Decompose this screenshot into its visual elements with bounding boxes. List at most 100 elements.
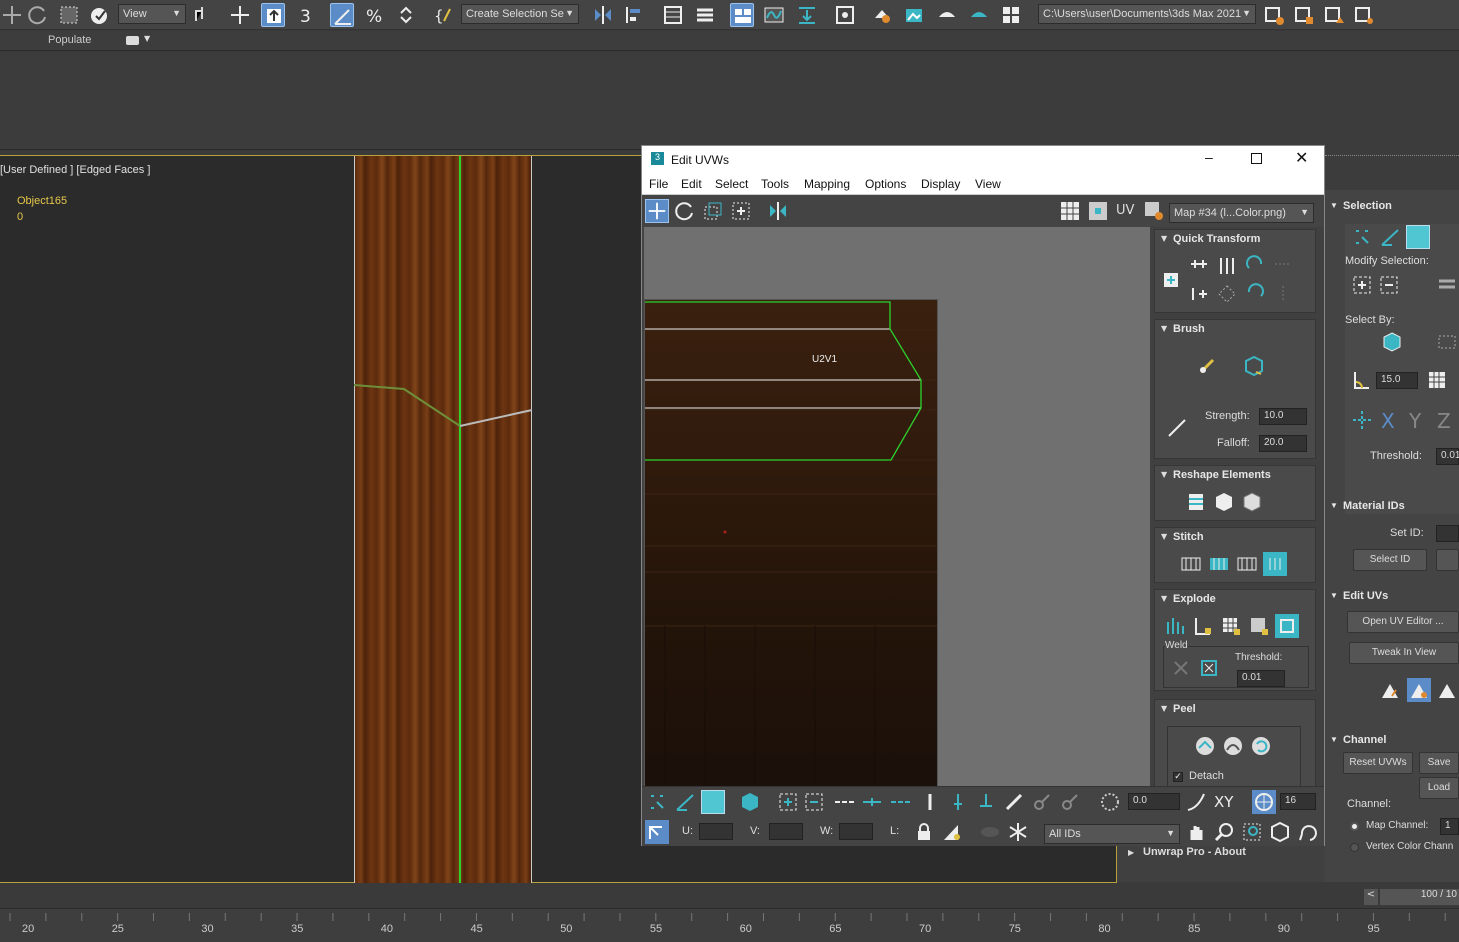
menu-options[interactable]: Options: [865, 177, 906, 191]
z-axis-icon[interactable]: Z: [1434, 408, 1458, 433]
zoom-selected-icon[interactable]: [1296, 820, 1320, 844]
select-element-icon[interactable]: [1380, 330, 1404, 354]
vertex-mode-icon[interactable]: [645, 790, 669, 814]
straighten-icon[interactable]: [1215, 282, 1239, 306]
uv-freeform-icon[interactable]: [729, 199, 753, 223]
brush-title[interactable]: Brush: [1173, 323, 1205, 335]
ring-grow-icon[interactable]: [946, 790, 970, 814]
select-id-spinner[interactable]: [1436, 549, 1459, 571]
uv-mirror-icon[interactable]: [766, 199, 790, 223]
vertex-color-radio[interactable]: [1350, 843, 1359, 852]
shrink-icon[interactable]: [802, 790, 826, 814]
unwrap-pro-about[interactable]: Unwrap Pro - About: [1143, 846, 1246, 858]
shrink-selection-icon[interactable]: [1377, 273, 1401, 297]
uv-checker-icon[interactable]: [1058, 199, 1082, 223]
select-polygon-icon[interactable]: [1406, 225, 1430, 249]
zoom-icon[interactable]: [1212, 820, 1236, 844]
zoom-extents-icon[interactable]: [1268, 820, 1292, 844]
select-edge-icon[interactable]: [1378, 225, 1402, 249]
uv-move-icon[interactable]: [645, 199, 669, 223]
explode-title[interactable]: Explode: [1173, 593, 1216, 605]
y-axis-icon[interactable]: Y: [1406, 408, 1430, 433]
angle-snap-icon[interactable]: [330, 3, 354, 27]
w-field[interactable]: [839, 823, 873, 840]
schematic-view-icon[interactable]: [833, 3, 857, 27]
grow-selection-icon[interactable]: [1350, 273, 1374, 297]
render-setup-icon[interactable]: [870, 3, 894, 27]
set-id-spinner[interactable]: [1436, 525, 1459, 542]
project-open-icon[interactable]: [1292, 3, 1316, 27]
material-id-filter-dropdown[interactable]: All IDs ▼: [1044, 824, 1180, 844]
relax-view-icon[interactable]: [1407, 678, 1431, 702]
polygon-mode-icon[interactable]: [701, 790, 725, 814]
tab-populate[interactable]: Populate: [48, 34, 91, 46]
render-production-icon[interactable]: [935, 3, 959, 27]
loop-icon[interactable]: [832, 790, 856, 814]
space-horizontal-icon[interactable]: [1271, 254, 1295, 278]
ribbon-toggle-icon[interactable]: [730, 3, 754, 27]
reshape-elements-title[interactable]: Reshape Elements: [1173, 469, 1271, 481]
detach-checkbox[interactable]: ✓: [1173, 772, 1183, 782]
stitch-target-icon[interactable]: [1207, 552, 1231, 576]
grid-snap-spinner[interactable]: 16: [1280, 793, 1316, 810]
align-icon[interactable]: [622, 3, 646, 27]
loop-shrink-icon[interactable]: [888, 790, 912, 814]
pivot-icon[interactable]: [190, 3, 214, 27]
uvw-title-bar[interactable]: 3 Edit UVWs – ✕: [642, 146, 1324, 173]
paint-move-icon[interactable]: [1195, 354, 1219, 378]
ribbon-options-icon[interactable]: [126, 36, 139, 45]
menu-view[interactable]: View: [975, 177, 1001, 191]
quick-peel-icon[interactable]: [1193, 734, 1217, 758]
edit-named-selection-icon[interactable]: {: [432, 3, 456, 27]
relax-brush-icon[interactable]: [1242, 354, 1266, 378]
reset-peel-icon[interactable]: [1249, 734, 1273, 758]
strength-spinner[interactable]: 10.0: [1259, 408, 1307, 425]
paint-grow-icon[interactable]: [1030, 790, 1054, 814]
detach-edge-icon[interactable]: [1275, 614, 1299, 638]
viewport-label[interactable]: [User Defined ] [Edged Faces ]: [0, 164, 150, 176]
falloff-spinner[interactable]: 20.0: [1259, 435, 1307, 452]
weld-selected-icon[interactable]: [1169, 656, 1193, 680]
uv-editor-canvas[interactable]: U2V1: [644, 227, 1150, 786]
material-ids-rollout-header[interactable]: ▼ Material IDs: [1325, 496, 1459, 516]
rendered-frame-icon[interactable]: [902, 3, 926, 27]
uv-label[interactable]: UV: [1116, 203, 1134, 218]
rotate-plus-90-icon[interactable]: [1243, 282, 1267, 306]
project-path-dropdown[interactable]: C:\Users\user\Documents\3ds Max 2021 ▼: [1038, 4, 1256, 24]
stitch-title[interactable]: Stitch: [1173, 531, 1204, 543]
relax-edge-icon[interactable]: [1435, 678, 1459, 702]
straighten-selection-icon[interactable]: [1184, 490, 1208, 514]
falloff-curve-icon[interactable]: [1184, 790, 1208, 814]
reference-coordinate-dropdown[interactable]: View ▼: [118, 4, 186, 24]
xy-space-label[interactable]: XY: [1214, 793, 1233, 811]
rotate-minus-90-icon[interactable]: [1243, 254, 1267, 278]
snap-3d-icon[interactable]: 3: [297, 3, 321, 27]
mirror-icon[interactable]: [591, 3, 615, 27]
uv-scale-icon[interactable]: [701, 199, 725, 223]
select-id-button[interactable]: Select ID: [1353, 549, 1427, 571]
frame-counter[interactable]: 100 / 10: [1380, 889, 1459, 905]
flatten-by-smoothing-icon[interactable]: [1219, 614, 1243, 638]
space-vertical-icon[interactable]: [1271, 282, 1295, 306]
close-icon[interactable]: ✕: [1295, 148, 1308, 168]
flatten-by-material-icon[interactable]: [1247, 614, 1271, 638]
ring-icon[interactable]: [918, 790, 942, 814]
link-icon[interactable]: [88, 3, 112, 27]
curve-editor-icon[interactable]: [762, 3, 786, 27]
timeline-track[interactable]: 20 25 30 35 40 45 50 55 60 65 70 75 80 85 90 95: [0, 908, 1459, 942]
open-uv-editor-button[interactable]: Open UV Editor ...: [1347, 611, 1459, 633]
planar-angle-icon[interactable]: [1350, 368, 1374, 392]
brush-size-icon[interactable]: [1165, 416, 1189, 440]
u-field[interactable]: [699, 823, 733, 840]
map-channel-spinner[interactable]: 1: [1440, 818, 1459, 835]
paint-select-icon[interactable]: [1002, 790, 1026, 814]
element-mode-icon[interactable]: [738, 790, 762, 814]
uv-settings-icon[interactable]: [1142, 199, 1166, 223]
layer-explorer-icon[interactable]: [693, 3, 717, 27]
rotate-icon[interactable]: [26, 3, 50, 27]
weld-target-icon[interactable]: [1197, 656, 1221, 680]
scene-explorer-icon[interactable]: [661, 3, 685, 27]
select-and-move-icon[interactable]: [228, 3, 252, 27]
tweak-in-view-button[interactable]: Tweak In View: [1349, 642, 1459, 664]
absolute-offset-icon[interactable]: [645, 820, 669, 844]
